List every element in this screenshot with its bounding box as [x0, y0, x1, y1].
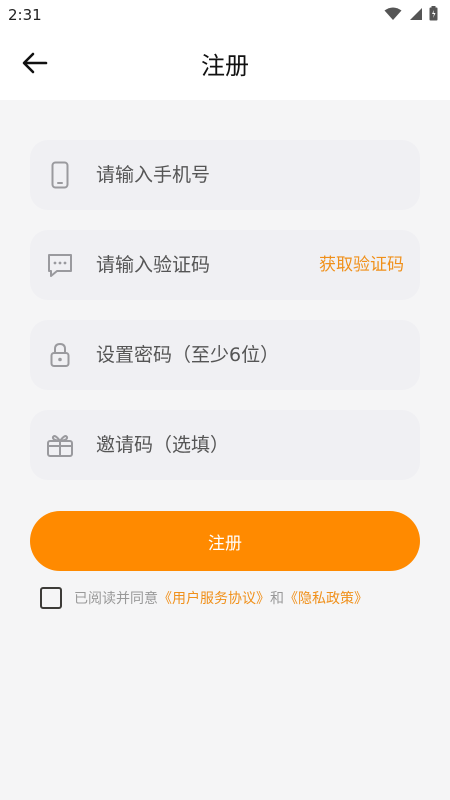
phone-input[interactable] — [96, 140, 296, 210]
battery-icon — [429, 5, 438, 25]
password-input[interactable] — [96, 320, 386, 390]
invite-field[interactable] — [30, 410, 420, 480]
gift-icon — [46, 431, 74, 459]
agree-checkbox[interactable] — [40, 587, 62, 609]
status-bar: 2:31 — [0, 0, 450, 30]
code-input[interactable] — [96, 230, 296, 300]
page-title: 注册 — [201, 52, 249, 80]
terms-link[interactable]: 《用户服务协议》 — [158, 588, 270, 608]
message-icon — [46, 251, 74, 279]
header: 注册 — [0, 30, 450, 100]
signal-icon — [408, 6, 423, 25]
phone-icon — [46, 161, 74, 189]
agreement-row: 已阅读并同意 《用户服务协议》 和 《隐私政策》 — [40, 586, 368, 610]
status-icons — [384, 5, 438, 25]
agreement-prefix: 已阅读并同意 — [74, 591, 158, 607]
register-button[interactable]: 注册 — [30, 511, 420, 571]
code-field[interactable]: 获取验证码 — [30, 230, 420, 300]
invite-input[interactable] — [96, 410, 386, 480]
get-code-button[interactable]: 获取验证码 — [319, 254, 404, 276]
lock-icon — [46, 341, 74, 369]
password-field[interactable] — [30, 320, 420, 390]
privacy-link[interactable]: 《隐私政策》 — [284, 588, 368, 608]
status-time: 2:31 — [8, 6, 42, 24]
phone-field[interactable] — [30, 140, 420, 210]
agreement-and: 和 — [270, 591, 284, 607]
wifi-icon — [384, 6, 402, 25]
